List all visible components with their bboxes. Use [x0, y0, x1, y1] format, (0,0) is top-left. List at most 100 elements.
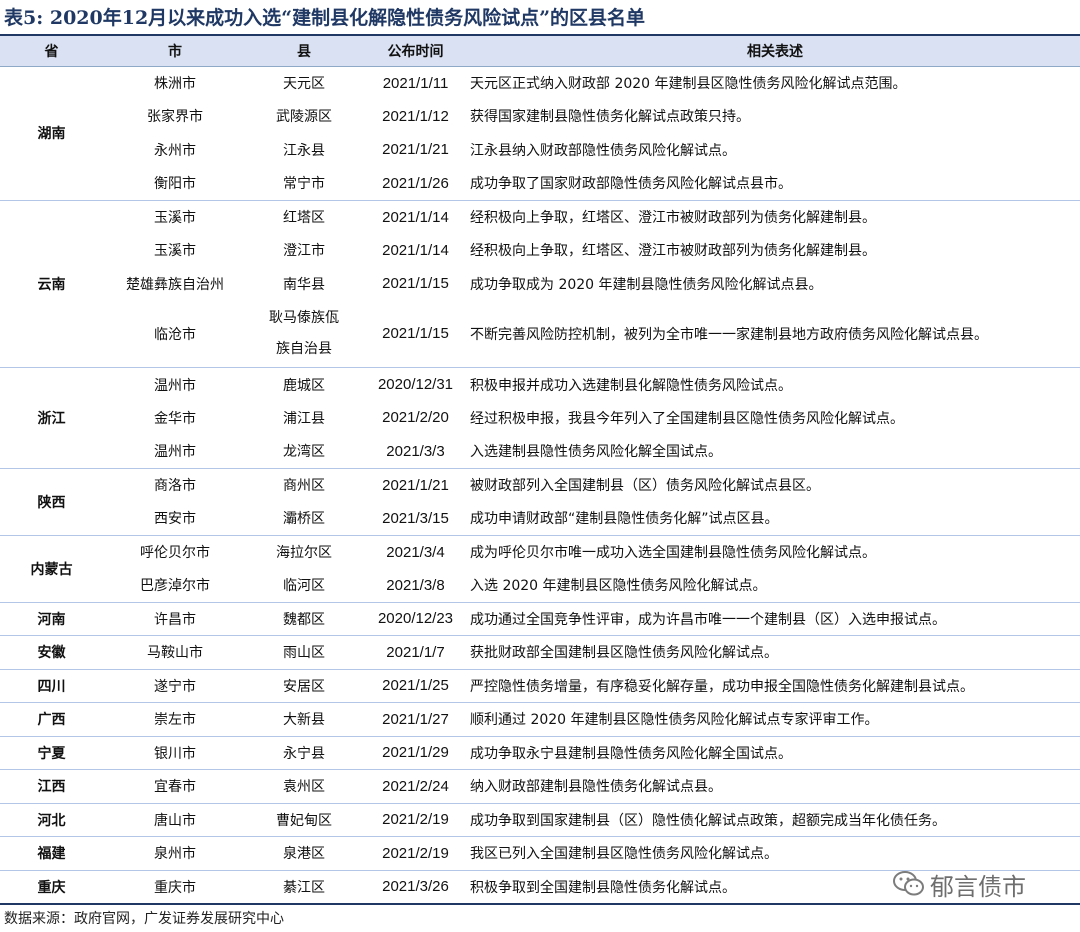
- date-cell: 2020/12/31: [361, 367, 470, 401]
- county-cell: 曹妃甸区: [247, 802, 361, 837]
- city-cell: 银川市: [103, 735, 247, 770]
- description-cell: 江永县纳入财政部隐性债务风险化解试点。: [470, 142, 736, 159]
- table-row: 宁夏 银川市 永宁县 2021/1/29 成功争取永宁县建制县隐性债务风险化解全…: [0, 735, 1080, 770]
- city-cell: 金华市: [154, 410, 196, 427]
- table-row: 温州市 龙湾区 2021/3/3 入选建制县隐性债务风险化解全国试点。: [0, 435, 1080, 469]
- description-cell: 成功争取永宁县建制县隐性债务风险化解全国试点。: [470, 735, 1080, 770]
- description-cell: 成功争取成为 2020 年建制县隐性债务风险化解试点县。: [470, 276, 823, 293]
- table-row: 衡阳市 常宁市 2021/1/26 成功争取了国家财政部隐性债务风险化解试点县市…: [0, 167, 1080, 201]
- description-cell: 纳入财政部建制县隐性债务化解试点县。: [470, 769, 1080, 803]
- date-cell: 2021/2/19: [361, 802, 470, 837]
- city-cell: 温州市: [103, 367, 247, 401]
- table-row: 江西 宜春市 袁州区 2021/2/24 纳入财政部建制县隐性债务化解试点县。: [0, 769, 1080, 803]
- city-cell: 临沧市: [154, 326, 196, 343]
- province-cell: 湖南: [0, 65, 103, 200]
- header-date: 公布时间: [361, 34, 470, 67]
- date-cell: 2021/1/15: [382, 325, 449, 343]
- description-cell: 经过积极申报，我县今年列入了全国建制县区隐性债务风险化解试点。: [470, 410, 904, 427]
- province-cell: 浙江: [0, 367, 103, 468]
- date-cell: 2021/1/25: [361, 668, 470, 703]
- county-cell: 澄江市: [283, 243, 325, 260]
- table-row: 广西 崇左市 大新县 2021/1/27 顺利通过 2020 年建制县区隐性债务…: [0, 702, 1080, 736]
- header-description: 相关表述: [470, 34, 1080, 67]
- city-cell: 衡阳市: [154, 176, 196, 192]
- county-cell: 红塔区: [247, 199, 361, 234]
- city-cell: 巴彦淖尔市: [140, 578, 210, 594]
- watermark: 郁言债市: [892, 866, 1052, 902]
- table-row: 安徽 马鞍山市 雨山区 2021/1/7 获批财政部全国建制县区隐性债务风险化解…: [0, 635, 1080, 669]
- table-row: 巴彦淖尔市 临河区 2021/3/8 入选 2020 年建制县区隐性债务风险化解…: [0, 569, 1080, 603]
- county-cell: 江永县: [283, 142, 325, 159]
- source-note: 数据来源：政府官网，广发证券发展研究中心: [4, 911, 284, 927]
- description-cell: 获批财政部全国建制县区隐性债务风险化解试点。: [470, 635, 1080, 669]
- province-cell: 内蒙古: [0, 534, 103, 602]
- county-cell: 浦江县: [283, 410, 325, 427]
- date-cell: 2021/1/7: [361, 635, 470, 669]
- table-row: 河北 唐山市 曹妃甸区 2021/2/19 成功争取到国家建制县（区）隐性债化解…: [0, 802, 1080, 837]
- description-cell: 经积极向上争取，红塔区、澄江市被财政部列为债务化解建制县。: [470, 243, 876, 260]
- city-cell: 重庆市: [103, 869, 247, 905]
- table-row: 玉溪市 澄江市 2021/1/14 经积极向上争取，红塔区、澄江市被财政部列为债…: [0, 234, 1080, 268]
- date-cell: 2021/3/15: [382, 509, 449, 527]
- city-cell: 呼伦贝尔市: [103, 534, 247, 569]
- description-cell: 成功申请财政部“建制县隐性债务化解”试点区县。: [470, 511, 779, 527]
- city-cell: 泉州市: [103, 836, 247, 870]
- date-cell: 2021/1/12: [382, 107, 449, 125]
- date-cell: 2021/1/26: [382, 174, 449, 192]
- table-row: 楚雄彝族自治州 南华县 2021/1/15 成功争取成为 2020 年建制县隐性…: [0, 267, 1080, 301]
- description-cell: 天元区正式纳入财政部 2020 年建制县区隐性债务风险化解试点范围。: [470, 65, 1080, 100]
- city-cell: 商洛市: [103, 467, 247, 502]
- description-cell: 顺利通过 2020 年建制县区隐性债务风险化解试点专家评审工作。: [470, 702, 1080, 736]
- table-row: 西安市 灞桥区 2021/3/15 成功申请财政部“建制县隐性债务化解”试点区县…: [0, 502, 1080, 536]
- description-cell: 入选建制县隐性债务风险化解全国试点。: [470, 444, 722, 460]
- date-cell: 2021/3/4: [361, 534, 470, 569]
- county-cell: 魏都区: [247, 601, 361, 636]
- date-cell: 2021/2/24: [361, 769, 470, 803]
- county-cell: 泉港区: [247, 836, 361, 870]
- county-cell: 南华县: [283, 276, 325, 293]
- county-list-table: 省 市 县 公布时间 相关表述 湖南 株洲市 天元区 2021/1/11 天元区…: [0, 34, 1080, 905]
- table-row: 张家界市 武陵源区 2021/1/12 获得国家建制县隐性债务化解试点政策只持。: [0, 100, 1080, 134]
- table-row: 湖南 株洲市 天元区 2021/1/11 天元区正式纳入财政部 2020 年建制…: [0, 65, 1080, 200]
- city-cell: 唐山市: [103, 802, 247, 837]
- province-cell: 陕西: [0, 467, 103, 535]
- table-row: 内蒙古 呼伦贝尔市 海拉尔区 2021/3/4 成为呼伦贝尔市唯一成功入选全国建…: [0, 534, 1080, 602]
- city-cell: 宜春市: [103, 769, 247, 803]
- description-cell: 积极申报并成功入选建制县化解隐性债务风险试点。: [470, 367, 1080, 401]
- city-cell: 楚雄彝族自治州: [126, 276, 224, 293]
- date-cell: 2021/2/20: [382, 409, 449, 427]
- date-cell: 2021/3/26: [361, 869, 470, 905]
- description-cell: 入选 2020 年建制县区隐性债务风险化解试点。: [470, 578, 767, 594]
- county-line: 族自治县: [276, 340, 332, 357]
- county-cell: 袁州区: [247, 769, 361, 803]
- date-cell: 2021/3/3: [386, 442, 445, 460]
- date-cell: 2020/12/23: [361, 601, 470, 636]
- description-cell: 成功争取了国家财政部隐性债务风险化解试点县市。: [470, 176, 792, 192]
- county-cell: 大新县: [247, 702, 361, 736]
- header-province: 省: [0, 34, 103, 67]
- table-title: 表5: 2020年12月以来成功入选“建制县化解隐性债务风险试点”的区县名单: [4, 7, 646, 29]
- date-cell: 2021/1/14: [361, 199, 470, 234]
- province-cell: 四川: [0, 668, 103, 703]
- county-cell: 永宁县: [247, 735, 361, 770]
- province-cell: 重庆: [0, 869, 103, 905]
- city-cell: 玉溪市: [154, 243, 196, 260]
- county-cell: 耿马傣族佤 族自治县: [247, 301, 361, 368]
- province-cell: 福建: [0, 836, 103, 870]
- date-cell: 2021/1/11: [361, 65, 470, 100]
- county-cell: 常宁市: [283, 176, 325, 192]
- county-cell: 武陵源区: [276, 109, 332, 126]
- city-cell: 马鞍山市: [103, 635, 247, 669]
- description-cell: 被财政部列入全国建制县（区）债务风险化解试点县区。: [470, 467, 1080, 502]
- date-cell: 2021/1/29: [361, 735, 470, 770]
- table-row: 四川 遂宁市 安居区 2021/1/25 严控隐性债务增量，有序稳妥化解存量，成…: [0, 668, 1080, 703]
- county-cell: 灞桥区: [283, 511, 325, 527]
- description-cell: 成功争取到国家建制县（区）隐性债化解试点政策，超额完成当年化债任务。: [470, 802, 1080, 837]
- city-cell: 温州市: [154, 444, 196, 460]
- date-cell: 2021/1/21: [382, 141, 449, 159]
- city-cell: 玉溪市: [103, 199, 247, 234]
- province-cell: 河北: [0, 802, 103, 837]
- city-cell: 崇左市: [103, 702, 247, 736]
- table-row: 福建 泉州市 泉港区 2021/2/19 我区已列入全国建制县区隐性债务风险化解…: [0, 836, 1080, 870]
- wechat-icon: [893, 871, 924, 896]
